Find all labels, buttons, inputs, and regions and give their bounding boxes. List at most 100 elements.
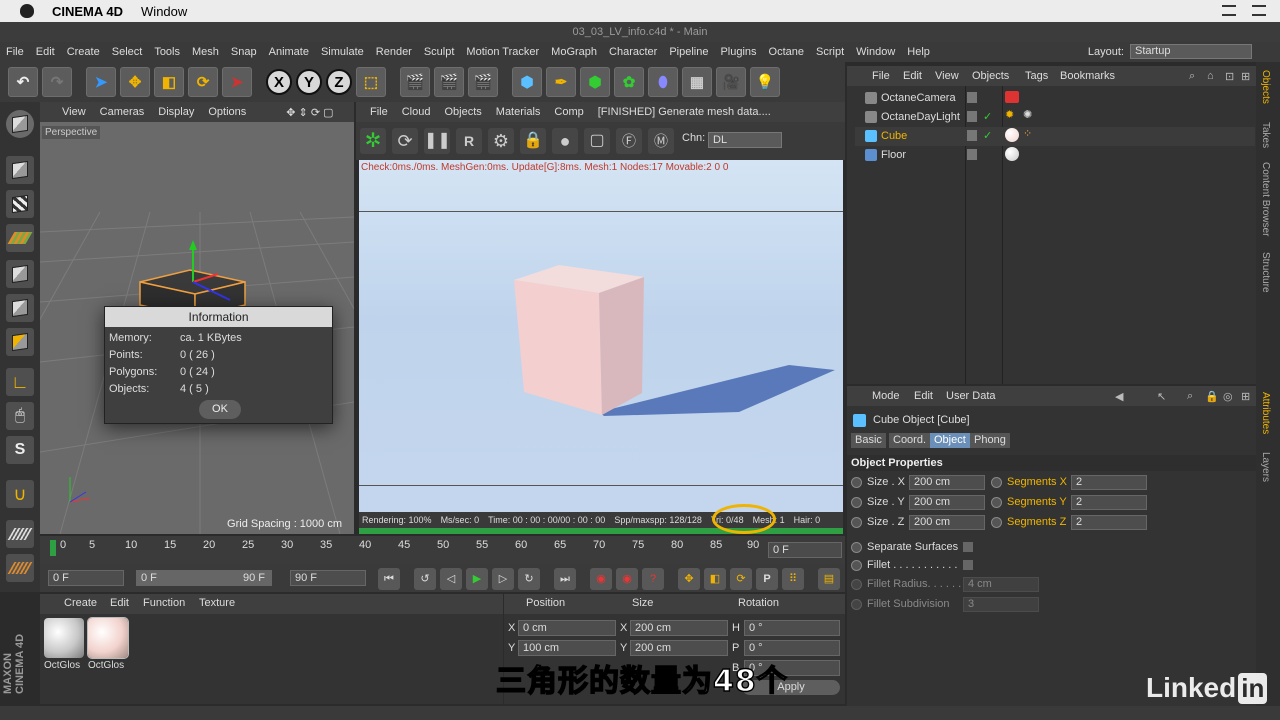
deformer-icon[interactable]: ⬮	[648, 67, 678, 97]
octane-menu-comp[interactable]: Comp	[554, 106, 583, 118]
keyframe-selection-icon[interactable]: ?	[642, 568, 664, 590]
key-rotation-icon[interactable]: ⟳	[730, 568, 752, 590]
menu-simulate[interactable]: Simulate	[321, 46, 364, 58]
size-x-field[interactable]: 200 cm	[630, 620, 728, 636]
coordinate-system-icon[interactable]: ⬚	[356, 67, 386, 97]
timeline-window-icon[interactable]: ▤	[818, 568, 840, 590]
menu-edit[interactable]: Edit	[36, 46, 55, 58]
position-x-field[interactable]: 0 cm	[518, 620, 616, 636]
attr-menu-user-data[interactable]: User Data	[946, 390, 996, 402]
light-icon[interactable]: 💡	[750, 67, 780, 97]
menu-render[interactable]: Render	[376, 46, 412, 58]
cube-primitive-icon[interactable]: ⬢	[512, 67, 542, 97]
tab-phong[interactable]: Phong	[970, 433, 1010, 448]
new-panel-icon[interactable]: ⊡	[1225, 70, 1234, 83]
texture-tag-icon[interactable]: ⁘	[1023, 127, 1032, 140]
sun-tag-icon[interactable]: ✺	[1023, 108, 1032, 121]
apple-icon[interactable]	[20, 4, 34, 18]
polygons-mode-icon[interactable]	[6, 328, 34, 356]
side-tab-objects[interactable]: Objects	[1260, 70, 1271, 104]
rotation-h-field[interactable]: 0 °	[744, 620, 840, 636]
visibility-toggle[interactable]	[967, 130, 977, 141]
settings-gear-icon[interactable]: ⚙	[488, 128, 514, 154]
mat-menu-function[interactable]: Function	[143, 597, 185, 609]
obj-menu-tags[interactable]: Tags	[1025, 70, 1048, 82]
rotate-icon[interactable]: ⟳	[188, 67, 218, 97]
mat-menu-create[interactable]: Create	[64, 597, 97, 609]
fillet-checkbox[interactable]	[963, 560, 973, 570]
cloner-icon[interactable]: ✿	[614, 67, 644, 97]
enabled-check-icon[interactable]: ✓	[983, 110, 992, 123]
undo-icon[interactable]: ↶	[8, 67, 38, 97]
side-tab-layers[interactable]: Layers	[1260, 452, 1271, 482]
menu-plugins[interactable]: Plugins	[720, 46, 756, 58]
end-frame-field[interactable]: 90 F	[290, 570, 366, 586]
tab-object[interactable]: Object	[930, 433, 970, 448]
size-x-input[interactable]: 200 cm	[909, 475, 985, 490]
make-editable-icon[interactable]	[6, 110, 34, 138]
z-axis-button[interactable]: Z	[326, 69, 352, 95]
home-icon[interactable]: ⌂	[1207, 70, 1214, 82]
mac-window-menu[interactable]: Window	[141, 4, 187, 19]
snap-icon[interactable]: S	[6, 436, 34, 464]
animate-radio[interactable]	[851, 477, 862, 488]
side-tab-takes[interactable]: Takes	[1260, 122, 1271, 148]
x-axis-button[interactable]: X	[266, 69, 292, 95]
next-frame-icon[interactable]: ▷	[492, 568, 514, 590]
menu-icon[interactable]	[1252, 5, 1266, 16]
y-axis-button[interactable]: Y	[296, 69, 322, 95]
workplane-icon[interactable]	[6, 224, 34, 252]
previous-key-icon[interactable]: ↺	[414, 568, 436, 590]
separate-surfaces-checkbox[interactable]	[963, 542, 973, 552]
octane-logo-icon[interactable]: ✲	[360, 128, 386, 154]
pen-spline-icon[interactable]: ✒	[546, 67, 576, 97]
locked-workplane-icon[interactable]	[6, 554, 34, 582]
visibility-toggle[interactable]	[967, 149, 977, 160]
fillet-subdivision-input[interactable]: 3	[963, 597, 1039, 612]
menu-sculpt[interactable]: Sculpt	[424, 46, 455, 58]
material-tag-icon[interactable]	[1005, 128, 1019, 142]
object-row-cube[interactable]: Cube ✓ ⁘	[855, 127, 1255, 146]
object-row-octanedaylight[interactable]: OctaneDayLight ✓ ✹ ✺	[855, 108, 1255, 127]
material-ball-icon[interactable]: ●	[552, 128, 578, 154]
go-to-end-icon[interactable]: ⏭	[554, 568, 576, 590]
menu-create[interactable]: Create	[67, 46, 100, 58]
search-icon[interactable]: ⌕	[1187, 390, 1193, 403]
search-icon[interactable]: ⌕	[1189, 70, 1195, 83]
play-icon[interactable]: ▶	[466, 568, 488, 590]
lock-icon[interactable]: 🔒	[520, 128, 546, 154]
current-frame-field[interactable]: 0 F	[768, 542, 842, 558]
pause-icon[interactable]: ❚❚	[424, 128, 451, 154]
lock-icon[interactable]: 🔒	[1205, 390, 1219, 403]
ok-button[interactable]: OK	[199, 400, 241, 419]
timeline[interactable]: 0 5 10 15 20 25 30 35 40 45 50 55 60 65 …	[40, 536, 845, 564]
size-z-input[interactable]: 200 cm	[909, 515, 985, 530]
fillet-radius-input[interactable]: 4 cm	[963, 577, 1039, 592]
render-settings-icon[interactable]: 🎬	[468, 67, 498, 97]
camera-icon[interactable]: 🎥	[716, 67, 746, 97]
obj-menu-edit[interactable]: Edit	[903, 70, 922, 82]
material-pick-icon[interactable]: Ⓜ	[648, 128, 674, 154]
viewport-menu-options[interactable]: Options	[208, 106, 246, 118]
render-picture-viewer-icon[interactable]: 🎬	[434, 67, 464, 97]
animate-radio[interactable]	[991, 497, 1002, 508]
animate-radio[interactable]	[851, 497, 862, 508]
viewport-menu-cameras[interactable]: Cameras	[100, 106, 145, 118]
octane-render-view[interactable]: Check:0ms./0ms. MeshGen:0ms. Update[G]:8…	[359, 160, 843, 512]
mat-menu-edit[interactable]: Edit	[110, 597, 129, 609]
region-render-icon[interactable]: R	[456, 128, 482, 154]
menu-snap[interactable]: Snap	[231, 46, 257, 58]
back-arrow-icon[interactable]: ◀	[1115, 390, 1123, 403]
menu-tools[interactable]: Tools	[154, 46, 180, 58]
size-y-input[interactable]: 200 cm	[909, 495, 985, 510]
object-row-octanecamera[interactable]: OctaneCamera	[855, 89, 1255, 108]
material-thumbnail[interactable]	[44, 618, 84, 658]
menu-mesh[interactable]: Mesh	[192, 46, 219, 58]
menu-animate[interactable]: Animate	[269, 46, 309, 58]
tweak-mode-icon[interactable]: 🖱	[6, 402, 34, 430]
target-icon[interactable]: ◎	[1223, 390, 1233, 403]
position-y-field[interactable]: 100 cm	[518, 640, 616, 656]
material-tag-icon[interactable]	[1005, 147, 1019, 161]
maximize-icon[interactable]: ⊞	[1241, 390, 1250, 403]
segments-x-input[interactable]: 2	[1071, 475, 1147, 490]
